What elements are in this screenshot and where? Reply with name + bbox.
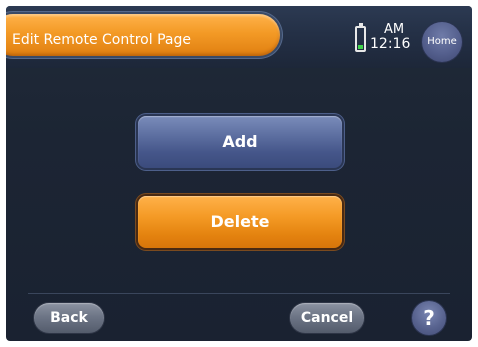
clock-time: 12:16 xyxy=(370,36,411,52)
screen: Edit Remote Control Page AM 12:16 Home A… xyxy=(0,0,478,347)
clock-ampm: AM xyxy=(383,22,405,37)
add-button[interactable]: Add xyxy=(138,116,342,168)
back-button[interactable]: Back xyxy=(34,303,104,333)
battery-icon xyxy=(355,23,366,52)
home-button[interactable]: Home xyxy=(422,22,462,62)
page-title-pill: Edit Remote Control Page xyxy=(6,14,280,56)
footer-divider xyxy=(28,293,450,294)
header-bar: Edit Remote Control Page AM 12:16 Home xyxy=(6,6,472,68)
page-title: Edit Remote Control Page xyxy=(12,32,191,48)
delete-button[interactable]: Delete xyxy=(138,196,342,248)
battery-level xyxy=(358,45,363,49)
cancel-button[interactable]: Cancel xyxy=(290,303,364,333)
help-icon[interactable]: ? xyxy=(412,301,446,335)
device-panel: Edit Remote Control Page AM 12:16 Home A… xyxy=(6,6,472,341)
